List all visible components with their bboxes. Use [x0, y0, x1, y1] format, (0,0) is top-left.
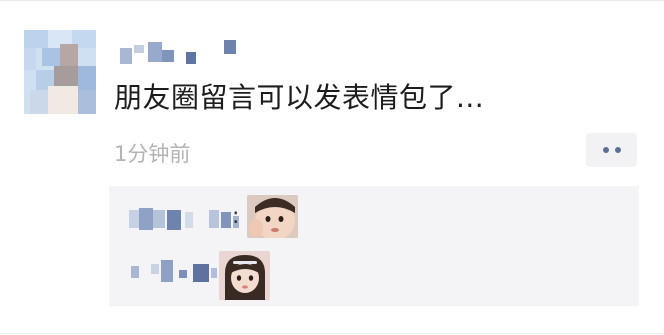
- sticker-girl[interactable]: [219, 251, 270, 300]
- comment-area: :: [109, 186, 639, 306]
- post-timestamp: 1分钟前: [114, 142, 191, 166]
- comment-author-1[interactable]: [129, 206, 239, 232]
- top-divider: [0, 0, 664, 1]
- comment-separator-1: :: [232, 204, 240, 229]
- avatar[interactable]: [24, 30, 96, 114]
- more-icon: [602, 147, 609, 153]
- sticker-boy[interactable]: [247, 195, 298, 238]
- poster-nickname[interactable]: [116, 36, 246, 66]
- bottom-divider: [0, 333, 664, 334]
- comment-author-2[interactable]: [131, 258, 219, 284]
- more-button[interactable]: [586, 133, 637, 167]
- post-text: 朋友圈留言可以发表情包了...: [114, 81, 485, 114]
